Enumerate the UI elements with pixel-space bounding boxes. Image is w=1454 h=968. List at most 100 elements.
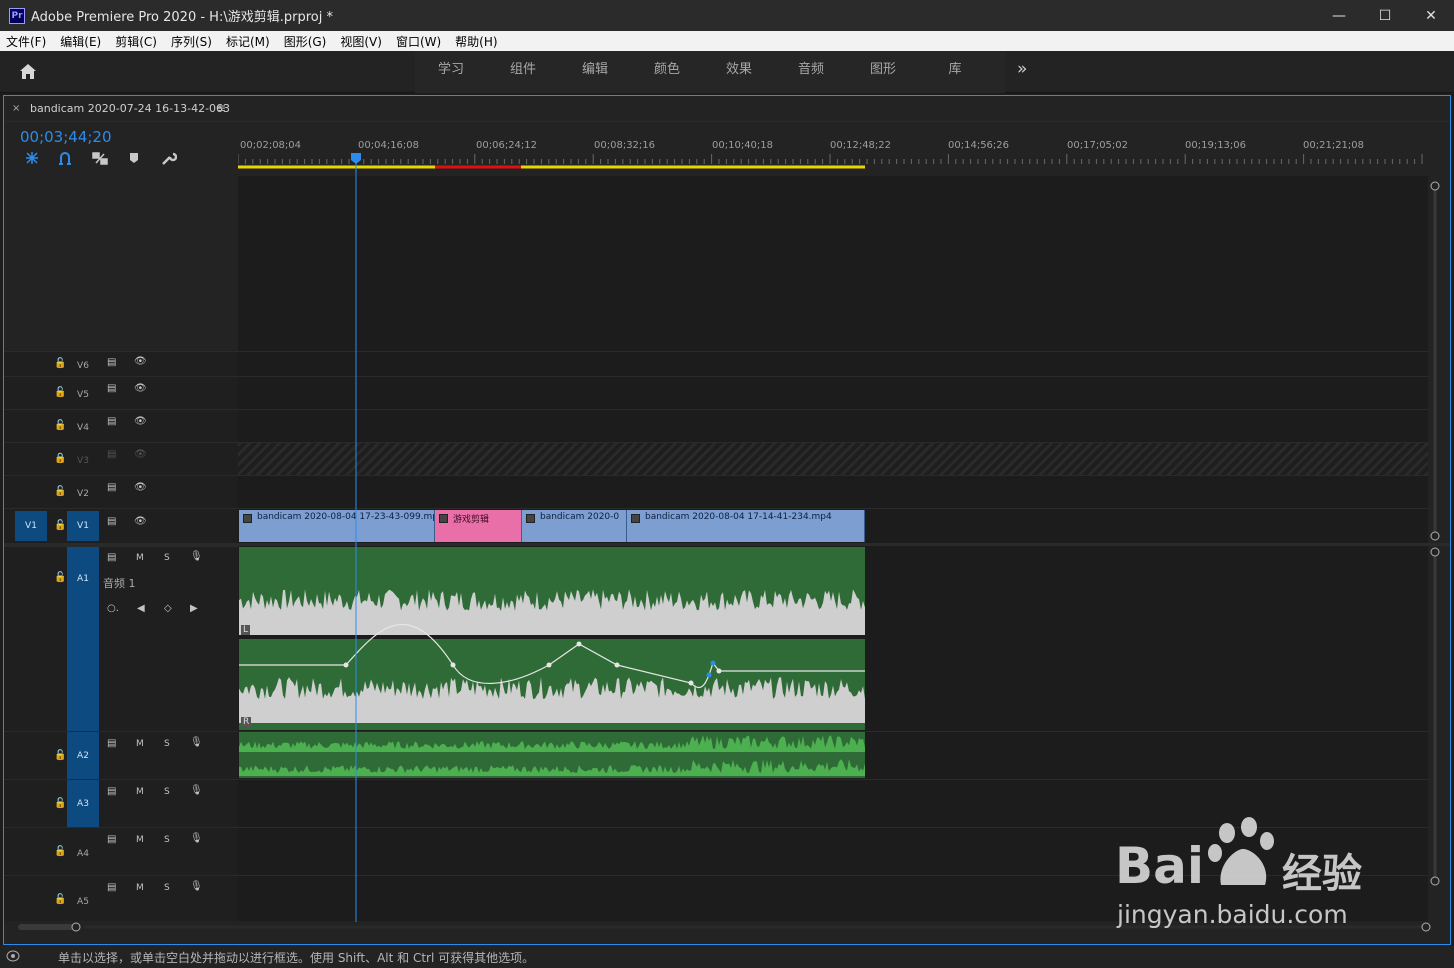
maximize-button[interactable]: ☐: [1362, 0, 1408, 31]
sync-lock-icon[interactable]: ▤: [107, 482, 116, 493]
video-clip[interactable]: bandicam 2020-08-04 17-23-43-099.mp4: [239, 510, 435, 542]
track-name[interactable]: V4: [76, 423, 90, 433]
track-target-a1[interactable]: A1: [67, 547, 99, 731]
mute-button[interactable]: M: [136, 553, 144, 563]
lock-icon[interactable]: 🔓: [54, 846, 66, 857]
playhead-timecode[interactable]: 00;03;44;20: [20, 128, 112, 146]
mute-button[interactable]: M: [136, 883, 144, 893]
voiceover-record-icon[interactable]: 🎙: [190, 785, 203, 796]
track-name[interactable]: V2: [76, 489, 90, 499]
timeline-settings-wrench-icon[interactable]: [161, 151, 177, 165]
track-target-v1[interactable]: V1: [67, 511, 99, 541]
sync-lock-icon[interactable]: ▤: [107, 786, 116, 797]
track-name[interactable]: V3: [76, 456, 90, 466]
lock-icon[interactable]: 🔓: [54, 750, 66, 761]
mute-button[interactable]: M: [136, 835, 144, 845]
snap-icon[interactable]: [58, 151, 72, 165]
solo-button[interactable]: S: [164, 553, 170, 563]
track-name[interactable]: V5: [76, 390, 90, 400]
audio-clip-a1[interactable]: [239, 547, 865, 730]
menu-help[interactable]: 帮助(H): [455, 33, 497, 50]
solo-button[interactable]: S: [164, 883, 170, 893]
sync-lock-icon[interactable]: ▤: [107, 738, 116, 749]
track-name[interactable]: A5: [76, 897, 90, 907]
lock-icon[interactable]: 🔓: [54, 572, 66, 583]
status-indicator-icon[interactable]: [6, 950, 20, 962]
add-keyframe-icon[interactable]: ◇: [164, 603, 172, 614]
nest-toggle-icon[interactable]: [24, 151, 40, 165]
track-target-a3[interactable]: A3: [67, 780, 99, 827]
sync-lock-icon[interactable]: ▤: [107, 449, 116, 460]
eye-icon[interactable]: 👁: [134, 449, 147, 460]
solo-button[interactable]: S: [164, 739, 170, 749]
eye-icon[interactable]: 👁: [134, 383, 147, 394]
sync-lock-icon[interactable]: ▤: [107, 516, 116, 527]
workspace-tab-libraries[interactable]: 库: [919, 51, 991, 93]
sync-lock-icon[interactable]: ▤: [107, 383, 116, 394]
close-button[interactable]: ✕: [1408, 0, 1454, 31]
lock-icon[interactable]: 🔓: [54, 387, 66, 398]
video-clip[interactable]: bandicam 2020-0: [522, 510, 627, 542]
track-name[interactable]: V6: [76, 361, 90, 371]
audio-tracks-scrollbar[interactable]: [1428, 546, 1442, 886]
voiceover-record-icon[interactable]: 🎙: [190, 833, 203, 844]
voiceover-record-icon[interactable]: 🎙: [190, 551, 203, 562]
video-tracks-scrollbar[interactable]: [1428, 176, 1442, 546]
sync-lock-icon[interactable]: ▤: [107, 834, 116, 845]
track-name[interactable]: A4: [76, 849, 90, 859]
lock-icon[interactable]: 🔓: [54, 894, 66, 905]
video-clip[interactable]: bandicam 2020-08-04 17-14-41-234.mp4: [627, 510, 865, 542]
next-keyframe-icon[interactable]: ▶: [190, 603, 198, 614]
workspace-tab-graphics[interactable]: 图形: [847, 51, 919, 93]
panel-menu-icon[interactable]: ≡: [216, 101, 226, 115]
workspace-tab-effects[interactable]: 效果: [703, 51, 775, 93]
playhead[interactable]: [350, 152, 362, 922]
menu-graphics[interactable]: 图形(G): [284, 33, 327, 50]
show-keyframes-icon[interactable]: ○.: [107, 603, 119, 614]
sequence-tab[interactable]: bandicam 2020-07-24 16-13-42-063: [30, 102, 230, 115]
minimize-button[interactable]: —: [1316, 0, 1362, 31]
lock-icon[interactable]: 🔓: [54, 520, 66, 531]
sync-lock-icon[interactable]: ▤: [107, 882, 116, 893]
mute-button[interactable]: M: [136, 787, 144, 797]
menu-edit[interactable]: 编辑(E): [60, 33, 101, 50]
workspace-tab-audio[interactable]: 音频: [775, 51, 847, 93]
track-target-a2[interactable]: A2: [67, 732, 99, 779]
eye-icon[interactable]: 👁: [134, 416, 147, 427]
workspace-tab-assembly[interactable]: 组件: [487, 51, 559, 93]
mute-button[interactable]: M: [136, 739, 144, 749]
sync-lock-icon[interactable]: ▤: [107, 416, 116, 427]
add-marker-icon[interactable]: [129, 152, 139, 164]
menu-window[interactable]: 窗口(W): [396, 33, 441, 50]
lock-icon[interactable]: 🔓: [54, 486, 66, 497]
eye-icon[interactable]: 👁: [134, 482, 147, 493]
voiceover-record-icon[interactable]: 🎙: [190, 737, 203, 748]
menu-clip[interactable]: 剪辑(C): [115, 33, 157, 50]
workspace-tab-learn[interactable]: 学习: [415, 51, 487, 93]
workspace-tab-editing[interactable]: 编辑: [559, 51, 631, 93]
sync-lock-icon[interactable]: ▤: [107, 357, 116, 368]
menu-sequence[interactable]: 序列(S): [171, 33, 212, 50]
video-clip-nested-sequence[interactable]: 游戏剪辑: [435, 510, 522, 542]
linked-selection-icon[interactable]: [92, 151, 108, 165]
previous-keyframe-icon[interactable]: ◀: [137, 603, 145, 614]
eye-icon[interactable]: 👁: [134, 516, 147, 527]
lock-icon[interactable]: 🔓: [54, 798, 66, 809]
home-icon[interactable]: [19, 63, 37, 80]
source-patch-v1[interactable]: V1: [15, 511, 47, 541]
voiceover-record-icon[interactable]: 🎙: [190, 881, 203, 892]
more-workspaces-icon[interactable]: »: [1017, 59, 1027, 79]
workspace-tab-color[interactable]: 颜色: [631, 51, 703, 93]
solo-button[interactable]: S: [164, 787, 170, 797]
lock-icon-locked[interactable]: 🔒: [54, 453, 66, 464]
lock-icon[interactable]: 🔓: [54, 420, 66, 431]
close-sequence-button[interactable]: ×: [12, 103, 20, 114]
menu-markers[interactable]: 标记(M): [226, 33, 270, 50]
eye-icon[interactable]: 👁: [134, 356, 147, 367]
menu-view[interactable]: 视图(V): [340, 33, 382, 50]
sync-lock-icon[interactable]: ▤: [107, 552, 116, 563]
time-ruler[interactable]: 00;02;08;04 00;04;16;08 00;06;24;12 00;0…: [238, 124, 1428, 170]
audio-clip-a2[interactable]: [239, 732, 865, 778]
menu-file[interactable]: 文件(F): [6, 33, 46, 50]
lock-icon[interactable]: 🔓: [54, 358, 66, 369]
